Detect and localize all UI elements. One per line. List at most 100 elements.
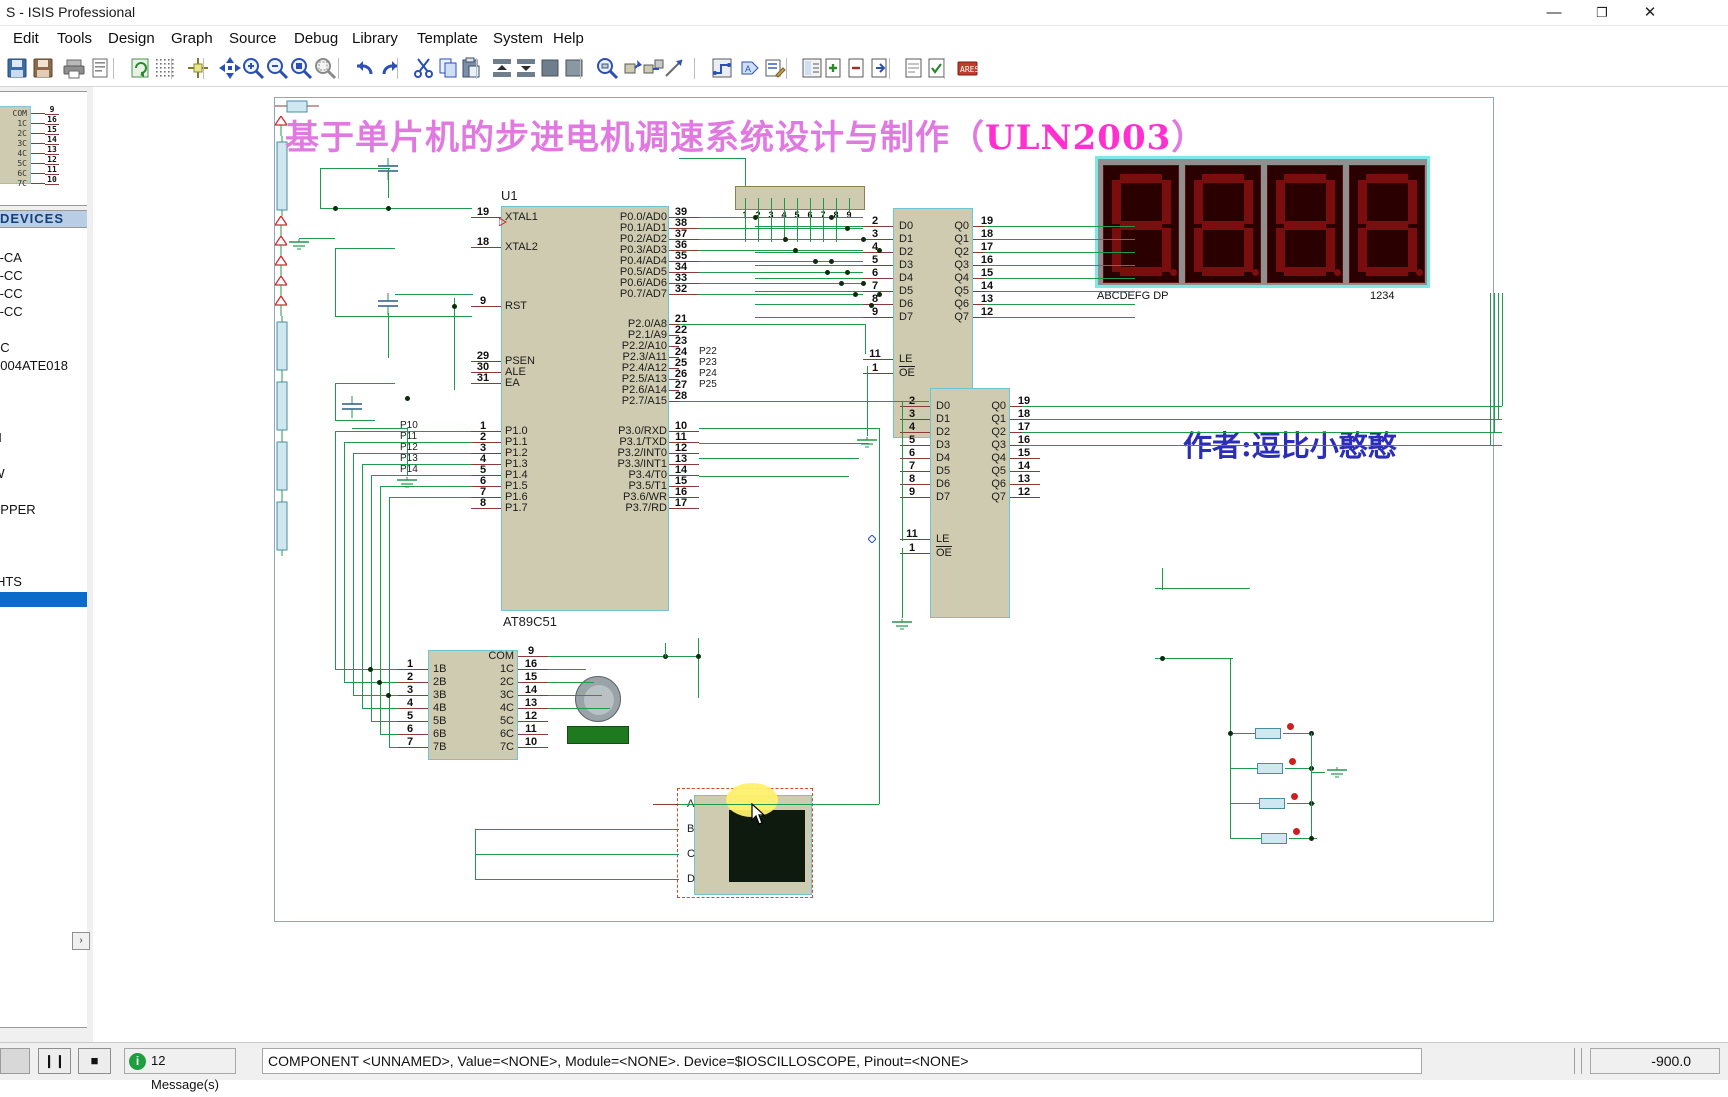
latch1-input-label: D0 bbox=[899, 220, 914, 232]
search-tag-button[interactable]: A bbox=[738, 56, 762, 80]
menu-item-system[interactable]: System bbox=[486, 29, 550, 48]
zoom-area-button[interactable] bbox=[313, 56, 337, 80]
copy-icon bbox=[436, 56, 460, 80]
undo-button[interactable] bbox=[352, 56, 376, 80]
property-assign-button[interactable] bbox=[763, 56, 787, 80]
push-switch[interactable] bbox=[1259, 798, 1285, 809]
menu-item-debug[interactable]: Debug bbox=[287, 29, 345, 48]
block-rotate-button[interactable] bbox=[538, 56, 562, 80]
display-digit-labels: 1234 bbox=[1370, 290, 1395, 302]
menu-item-help[interactable]: Help bbox=[546, 29, 591, 48]
device-list-item[interactable]: 27M004ATE018 bbox=[0, 358, 68, 373]
zoom-out-button[interactable] bbox=[265, 56, 289, 80]
device-list-item[interactable]: LOW bbox=[0, 466, 5, 481]
menu-item-edit[interactable]: Edit bbox=[6, 29, 46, 48]
push-switch[interactable] bbox=[1261, 833, 1287, 844]
decompose-button[interactable] bbox=[662, 56, 686, 80]
toolbar-separator-4 bbox=[397, 58, 398, 79]
device-list-item[interactable]: PX4-CC bbox=[0, 304, 23, 319]
menu-item-source[interactable]: Source bbox=[222, 29, 284, 48]
wire-segment bbox=[388, 168, 389, 198]
pick-device-button[interactable] bbox=[595, 56, 619, 80]
redo-button[interactable] bbox=[379, 56, 403, 80]
device-list-item[interactable]: EEN bbox=[0, 430, 2, 445]
block-copy-button[interactable] bbox=[490, 56, 514, 80]
animation-stop-button[interactable]: ■ bbox=[78, 1048, 111, 1074]
redraw-button[interactable] bbox=[128, 56, 152, 80]
segment-a bbox=[1202, 174, 1244, 183]
device-list-item[interactable]: 3A bbox=[0, 592, 89, 607]
animation-step-button[interactable] bbox=[0, 1048, 30, 1074]
junction-node bbox=[696, 654, 701, 659]
zoom-in-button[interactable] bbox=[241, 56, 265, 80]
header-pin-wire bbox=[745, 198, 746, 212]
menu-item-graph[interactable]: Graph bbox=[164, 29, 220, 48]
save-design-button[interactable] bbox=[5, 56, 29, 80]
display-digit-wire bbox=[1494, 293, 1495, 432]
xtal1-input-marker bbox=[498, 213, 508, 227]
block-move-button[interactable] bbox=[514, 56, 538, 80]
menu-item-tools[interactable]: Tools bbox=[50, 29, 99, 48]
connector-header[interactable] bbox=[735, 186, 865, 210]
mcu-reference-label: U1 bbox=[501, 188, 518, 203]
block-delete-button[interactable] bbox=[562, 56, 586, 80]
bill-of-materials-button[interactable] bbox=[902, 56, 926, 80]
design-explorer-button[interactable] bbox=[800, 56, 824, 80]
minimize-button[interactable]: — bbox=[1532, 2, 1576, 24]
paste-button[interactable] bbox=[459, 56, 483, 80]
left-panel: COM 1C 2C 3C 4C 5C 6C 7C 9 16 15 14 13 12 11 10 DEVICES… bbox=[0, 87, 93, 1042]
device-list-item[interactable]: PX2-CC bbox=[0, 286, 23, 301]
device-list-item[interactable]: PX1-CC bbox=[0, 268, 23, 283]
menu-item-template[interactable]: Template bbox=[410, 29, 485, 48]
uln-input-number: 4 bbox=[406, 697, 414, 709]
push-switch[interactable] bbox=[1257, 763, 1283, 774]
status-resize-grip[interactable] bbox=[1574, 1048, 1582, 1074]
origin-button[interactable] bbox=[186, 56, 210, 80]
toggle-grid-button[interactable] bbox=[153, 56, 177, 80]
schematic-canvas[interactable]: 基于单片机的步进电机调速系统设计与制作（ULN2003） 作者:逗比小憨憨 AB… bbox=[93, 87, 1728, 1042]
motor-wire bbox=[548, 708, 610, 709]
push-switch[interactable] bbox=[1255, 728, 1281, 739]
zoom-in-icon bbox=[241, 56, 265, 80]
display-seg-wire bbox=[985, 304, 1135, 305]
motor-rotor bbox=[584, 685, 614, 715]
latch2-output-label: Q7 bbox=[991, 491, 1006, 503]
menu-item-design[interactable]: Design bbox=[101, 29, 162, 48]
databus-wire bbox=[699, 294, 863, 295]
remove-sheet-button[interactable] bbox=[845, 56, 869, 80]
seven-segment-display[interactable] bbox=[1095, 156, 1430, 288]
property-icon bbox=[763, 56, 787, 80]
erc-report-button[interactable] bbox=[925, 56, 949, 80]
print-design-button[interactable] bbox=[62, 56, 86, 80]
copy-button[interactable] bbox=[436, 56, 460, 80]
schematic-sheet[interactable]: 基于单片机的步进电机调速系统设计与制作（ULN2003） 作者:逗比小憨憨 AB… bbox=[273, 97, 1503, 922]
maximize-button[interactable]: ❐ bbox=[1580, 2, 1624, 24]
latch1-output-label: Q5 bbox=[954, 285, 969, 297]
uln-output-label: 4C bbox=[499, 702, 514, 714]
animation-pause-button[interactable]: ❙❙ bbox=[38, 1048, 71, 1074]
latch1-output-label: Q2 bbox=[954, 246, 969, 258]
preview-pin-number: 14 bbox=[45, 135, 59, 145]
zoom-all-button[interactable] bbox=[289, 56, 313, 80]
uln-input-label: 5B bbox=[433, 715, 447, 727]
ares-netlist-button[interactable]: ARES bbox=[955, 56, 979, 80]
import-section-button[interactable] bbox=[31, 56, 55, 80]
cut-button[interactable] bbox=[412, 56, 436, 80]
latch2-output-label: Q4 bbox=[991, 452, 1006, 464]
wire-autorouter-button[interactable] bbox=[710, 56, 734, 80]
device-list-item[interactable]: LIGHTS bbox=[0, 574, 22, 589]
uln-input-wire bbox=[380, 486, 381, 734]
close-button[interactable]: ✕ bbox=[1628, 2, 1672, 24]
device-list-item[interactable]: STEPPER bbox=[0, 502, 36, 517]
menu-item-library[interactable]: Library bbox=[345, 29, 405, 48]
new-sheet-button[interactable] bbox=[822, 56, 846, 80]
device-list-item[interactable]: PX1-CA bbox=[0, 250, 22, 265]
print-region-button[interactable] bbox=[88, 56, 112, 80]
device-list-item[interactable]: R.IEC bbox=[0, 340, 10, 355]
preview-pin-number: 15 bbox=[45, 125, 59, 135]
pan-button[interactable] bbox=[218, 56, 242, 80]
junction-node bbox=[452, 304, 457, 309]
devices-list[interactable]: CDPX1-CAPX1-CCPX2-CCPX4-CC1R.IEC27M004AT… bbox=[0, 228, 92, 1028]
panel-expand-arrow[interactable]: › bbox=[72, 932, 90, 950]
message-count-cell[interactable]: i 12 Message(s) bbox=[124, 1048, 236, 1092]
